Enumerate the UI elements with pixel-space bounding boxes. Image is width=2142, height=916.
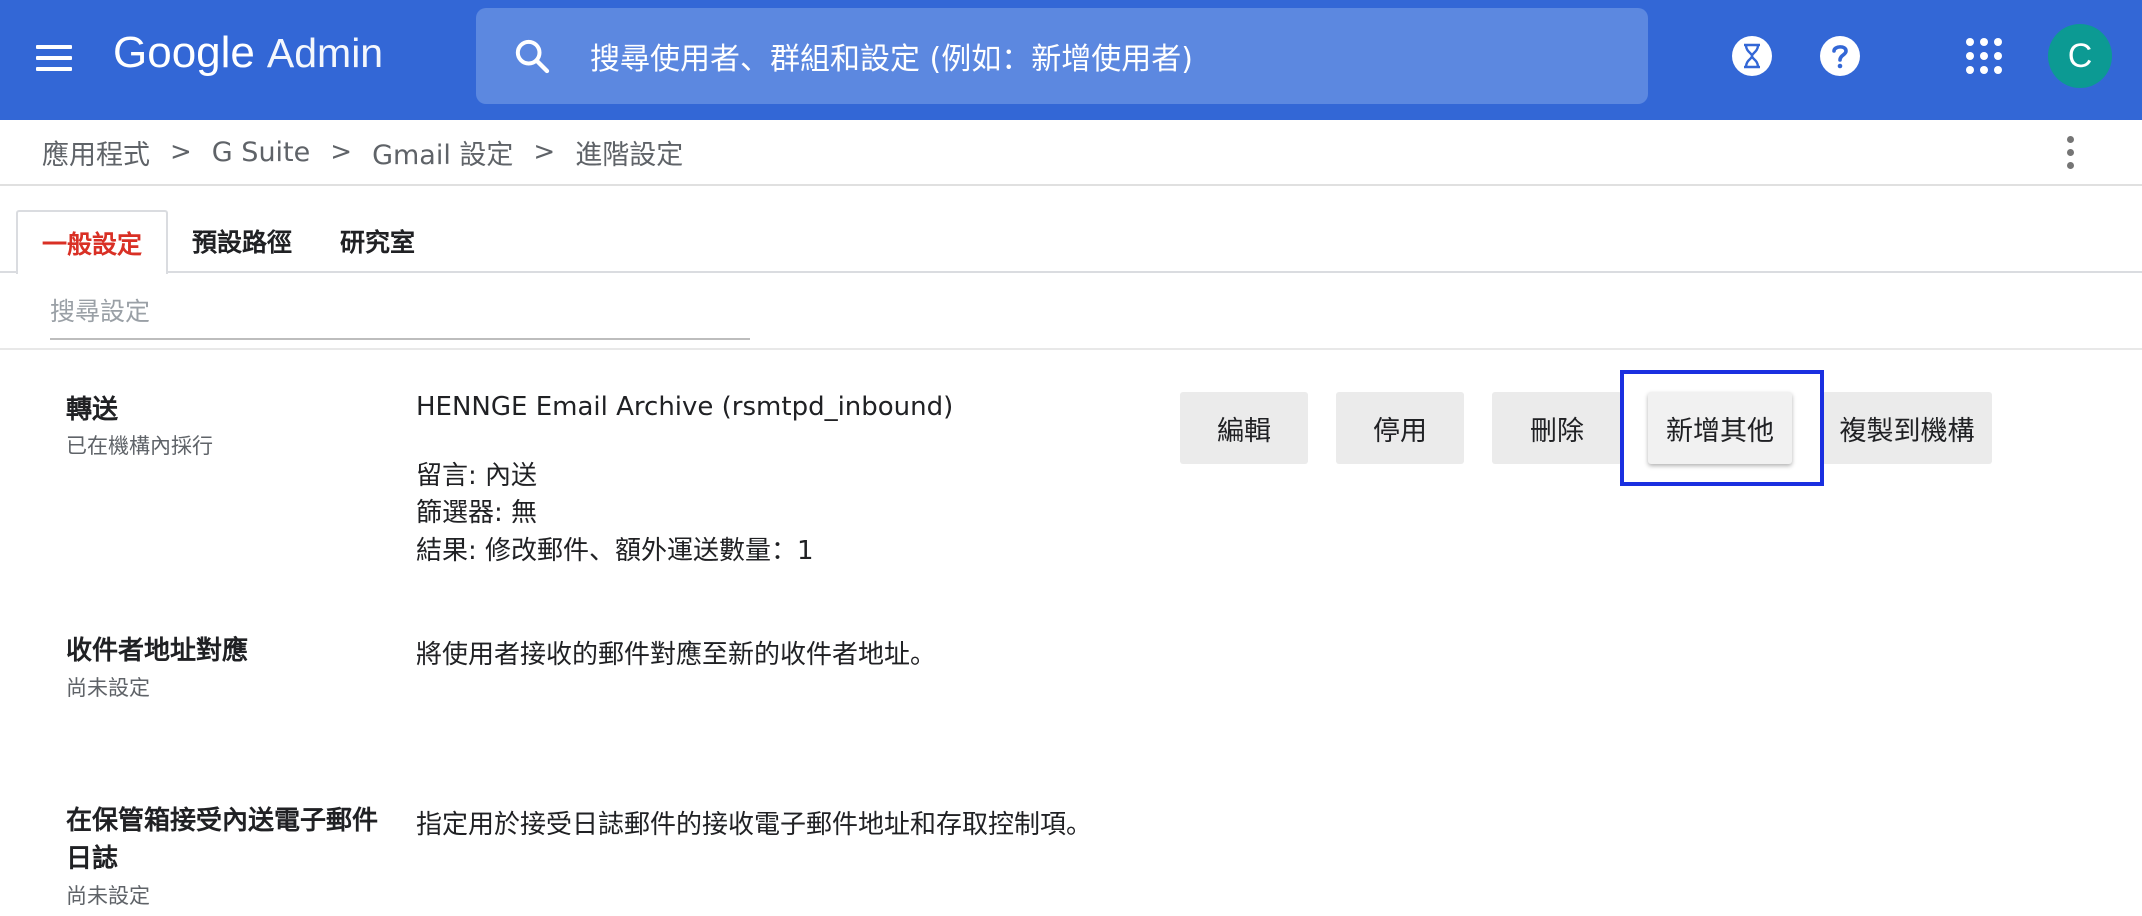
breadcrumb-advanced-settings: 進階設定	[575, 139, 684, 171]
highlight-box	[1620, 370, 1824, 486]
tab-labs[interactable]: 研究室	[316, 210, 439, 272]
more-vert-icon[interactable]	[2060, 130, 2080, 174]
breadcrumb: 應用程式 > G Suite > Gmail 設定 > 進階設定	[42, 120, 683, 184]
admin-search-bar[interactable]: 搜尋使用者、群組和設定 (例如：新增使用者)	[476, 8, 1648, 104]
settings-tabs: 一般設定 預設路徑 研究室	[16, 210, 439, 274]
setting-status-recipient-map: 尚未設定	[66, 676, 150, 700]
setting-title-routing: 轉送	[66, 395, 119, 425]
routing-detail-result: 結果: 修改郵件、額外運送數量：1	[416, 536, 814, 566]
divider	[0, 184, 2142, 186]
google-admin-logo[interactable]: Google Admin	[113, 28, 383, 88]
divider	[0, 348, 2142, 350]
setting-desc-vault-journal: 指定用於接受日誌郵件的接收電子郵件地址和存取控制項。	[416, 810, 1093, 840]
setting-status-routing: 已在機構內採行	[66, 434, 213, 458]
setting-title-vault-journal-line2: 日誌	[66, 844, 119, 874]
breadcrumb-gmail-settings[interactable]: Gmail 設定	[372, 133, 513, 172]
top-app-bar: Google Admin 搜尋使用者、群組和設定 (例如：新增使用者) C	[0, 0, 2142, 120]
logo-admin-text: Admin	[266, 30, 384, 76]
breadcrumb-apps[interactable]: 應用程式	[42, 133, 150, 172]
settings-search-input[interactable]	[50, 284, 750, 340]
chevron-right-icon: >	[330, 137, 353, 167]
routing-rule-name: HENNGE Email Archive (rsmtpd_inbound)	[416, 392, 954, 422]
hourglass-icon[interactable]	[1732, 36, 1772, 76]
routing-detail-filter: 篩選器: 無	[416, 498, 538, 528]
question-mark-glyph	[1832, 45, 1848, 69]
hourglass-glyph	[1744, 43, 1760, 69]
copy-to-org-button[interactable]: 複製到機構	[1822, 392, 1992, 464]
chevron-right-icon: >	[170, 137, 192, 167]
admin-search-placeholder: 搜尋使用者、群組和設定 (例如：新增使用者)	[590, 42, 1193, 77]
help-icon[interactable]	[1820, 36, 1860, 76]
tab-general-settings[interactable]: 一般設定	[16, 210, 169, 274]
delete-button[interactable]: 刪除	[1492, 392, 1622, 464]
logo-google-text: Google	[113, 28, 255, 77]
setting-title-vault-journal-line1: 在保管箱接受內送電子郵件	[66, 806, 379, 836]
setting-status-vault-journal: 尚未設定	[66, 884, 150, 908]
setting-title-recipient-map: 收件者地址對應	[66, 636, 249, 666]
setting-desc-recipient-map: 將使用者接收的郵件對應至新的收件者地址。	[416, 640, 937, 670]
edit-button[interactable]: 編輯	[1180, 392, 1308, 464]
breadcrumb-gsuite[interactable]: G Suite	[212, 137, 310, 168]
disable-button[interactable]: 停用	[1336, 392, 1464, 464]
apps-icon[interactable]	[1966, 38, 2002, 74]
tabs-divider	[0, 271, 2142, 273]
chevron-right-icon: >	[533, 137, 556, 167]
search-icon	[515, 39, 550, 74]
menu-icon[interactable]	[36, 36, 80, 80]
routing-detail-message: 留言: 內送	[416, 461, 538, 491]
avatar[interactable]: C	[2048, 24, 2112, 88]
tab-default-routing[interactable]: 預設路徑	[168, 210, 316, 272]
